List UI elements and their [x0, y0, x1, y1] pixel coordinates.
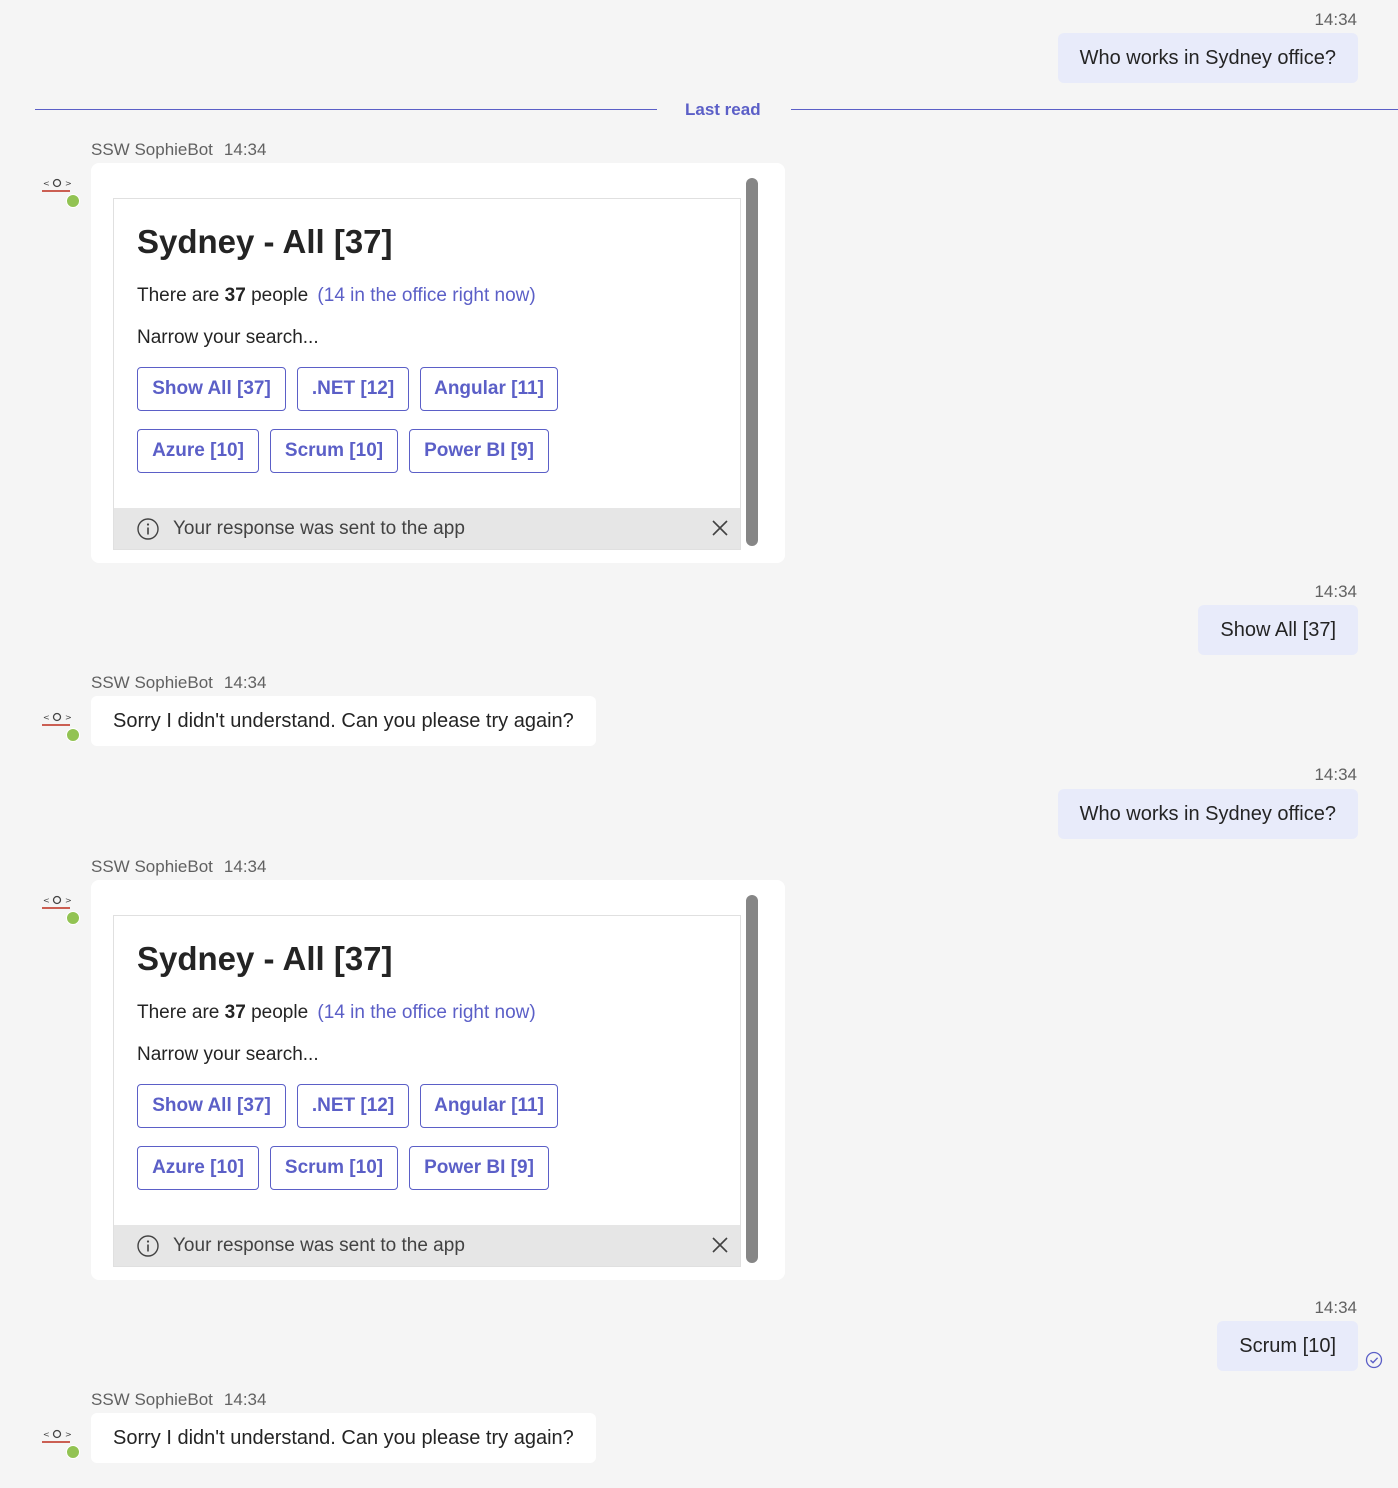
bot-logo-icon: < >	[42, 178, 72, 192]
card-title: Sydney - All [37]	[137, 940, 393, 977]
narrow-search-label: Narrow your search...	[137, 1044, 319, 1065]
close-icon[interactable]	[711, 519, 729, 537]
angular-button[interactable]: Angular [11]	[420, 1084, 558, 1128]
sender-name: SSW SophieBot	[91, 857, 213, 876]
power-bi-button[interactable]: Power BI [9]	[409, 429, 549, 473]
summary-suffix: people	[251, 1002, 309, 1023]
response-sent-banner: Your response was sent to the app	[114, 508, 740, 549]
angular-button[interactable]: Angular [11]	[420, 367, 558, 411]
sender-name: SSW SophieBot	[91, 1390, 213, 1409]
summary-count: 37	[224, 285, 246, 306]
presence-available-icon	[66, 911, 80, 925]
message-timestamp: 14:34	[1314, 10, 1357, 29]
dotnet-button[interactable]: .NET [12]	[297, 367, 409, 411]
presence-available-icon	[66, 194, 80, 208]
bot-message-header: SSW SophieBot 14:34	[91, 857, 266, 877]
bot-message-header: SSW SophieBot 14:34	[91, 673, 266, 693]
svg-text:>: >	[65, 896, 72, 905]
power-bi-button[interactable]: Power BI [9]	[409, 1146, 549, 1190]
response-sent-banner: Your response was sent to the app	[114, 1225, 740, 1266]
last-read-divider-left	[35, 109, 657, 110]
in-office-link[interactable]: (14 in the office right now)	[317, 1002, 535, 1023]
show-all-button[interactable]: Show All [37]	[137, 367, 286, 411]
svg-text:<: <	[43, 896, 50, 905]
close-icon[interactable]	[711, 1236, 729, 1254]
last-read-label: Last read	[685, 100, 761, 119]
svg-text:<: <	[43, 179, 50, 188]
info-icon	[137, 1235, 159, 1257]
svg-text:>: >	[65, 179, 72, 188]
azure-button[interactable]: Azure [10]	[137, 429, 259, 473]
show-all-button[interactable]: Show All [37]	[137, 1084, 286, 1128]
message-timestamp: 14:34	[1314, 582, 1357, 601]
message-timestamp: 14:34	[1314, 765, 1357, 784]
message-timestamp: 14:34	[223, 857, 267, 876]
narrow-search-label: Narrow your search...	[137, 327, 319, 348]
sent-check-icon	[1365, 1351, 1383, 1369]
sophiebot-avatar-icon[interactable]: < >	[42, 1428, 80, 1462]
svg-text:>: >	[65, 1430, 72, 1439]
my-message-bubble[interactable]: Show All [37]	[1198, 605, 1358, 655]
card-summary: There are 37 people (14 in the office ri…	[137, 285, 536, 307]
summary-suffix: people	[251, 285, 309, 306]
summary-prefix: There are	[137, 285, 220, 306]
adaptive-card-container: Sydney - All [37] There are 37 people (1…	[91, 163, 785, 563]
svg-text:<: <	[43, 713, 50, 722]
sophiebot-avatar-icon[interactable]: < >	[42, 177, 80, 211]
adaptive-card: Sydney - All [37] There are 37 people (1…	[113, 198, 741, 550]
message-timestamp: 14:34	[223, 1390, 267, 1409]
presence-available-icon	[66, 1445, 80, 1459]
card-summary: There are 37 people (14 in the office ri…	[137, 1002, 536, 1024]
bot-message-header: SSW SophieBot 14:34	[91, 140, 266, 160]
message-timestamp: 14:34	[223, 140, 267, 159]
card-title: Sydney - All [37]	[137, 223, 393, 260]
in-office-link[interactable]: (14 in the office right now)	[317, 285, 535, 306]
bot-message-bubble[interactable]: Sorry I didn't understand. Can you pleas…	[91, 1413, 596, 1463]
summary-count: 37	[224, 1002, 246, 1023]
my-message-bubble[interactable]: Scrum [10]	[1217, 1321, 1358, 1371]
bot-logo-icon: < >	[42, 895, 72, 909]
sender-name: SSW SophieBot	[91, 140, 213, 159]
sophiebot-avatar-icon[interactable]: < >	[42, 711, 80, 745]
sender-name: SSW SophieBot	[91, 673, 213, 692]
bot-logo-icon: < >	[42, 712, 72, 726]
banner-text: Your response was sent to the app	[173, 518, 465, 539]
adaptive-card-container: Sydney - All [37] There are 37 people (1…	[91, 880, 785, 1280]
azure-button[interactable]: Azure [10]	[137, 1146, 259, 1190]
svg-text:>: >	[65, 713, 72, 722]
card-scrollbar[interactable]	[746, 178, 758, 546]
bot-message-bubble[interactable]: Sorry I didn't understand. Can you pleas…	[91, 696, 596, 746]
last-read-divider-right	[791, 109, 1398, 110]
my-message-bubble[interactable]: Who works in Sydney office?	[1057, 33, 1358, 83]
adaptive-card: Sydney - All [37] There are 37 people (1…	[113, 915, 741, 1267]
dotnet-button[interactable]: .NET [12]	[297, 1084, 409, 1128]
sophiebot-avatar-icon[interactable]: < >	[42, 894, 80, 928]
banner-text: Your response was sent to the app	[173, 1235, 465, 1256]
card-scrollbar[interactable]	[746, 895, 758, 1263]
summary-prefix: There are	[137, 1002, 220, 1023]
bot-logo-icon: < >	[42, 1429, 72, 1443]
scrum-button[interactable]: Scrum [10]	[270, 429, 398, 473]
scrum-button[interactable]: Scrum [10]	[270, 1146, 398, 1190]
presence-available-icon	[66, 728, 80, 742]
message-timestamp: 14:34	[223, 673, 267, 692]
svg-text:<: <	[43, 1430, 50, 1439]
message-timestamp: 14:34	[1314, 1298, 1357, 1317]
my-message-bubble[interactable]: Who works in Sydney office?	[1057, 789, 1358, 839]
info-icon	[137, 518, 159, 540]
bot-message-header: SSW SophieBot 14:34	[91, 1390, 266, 1410]
